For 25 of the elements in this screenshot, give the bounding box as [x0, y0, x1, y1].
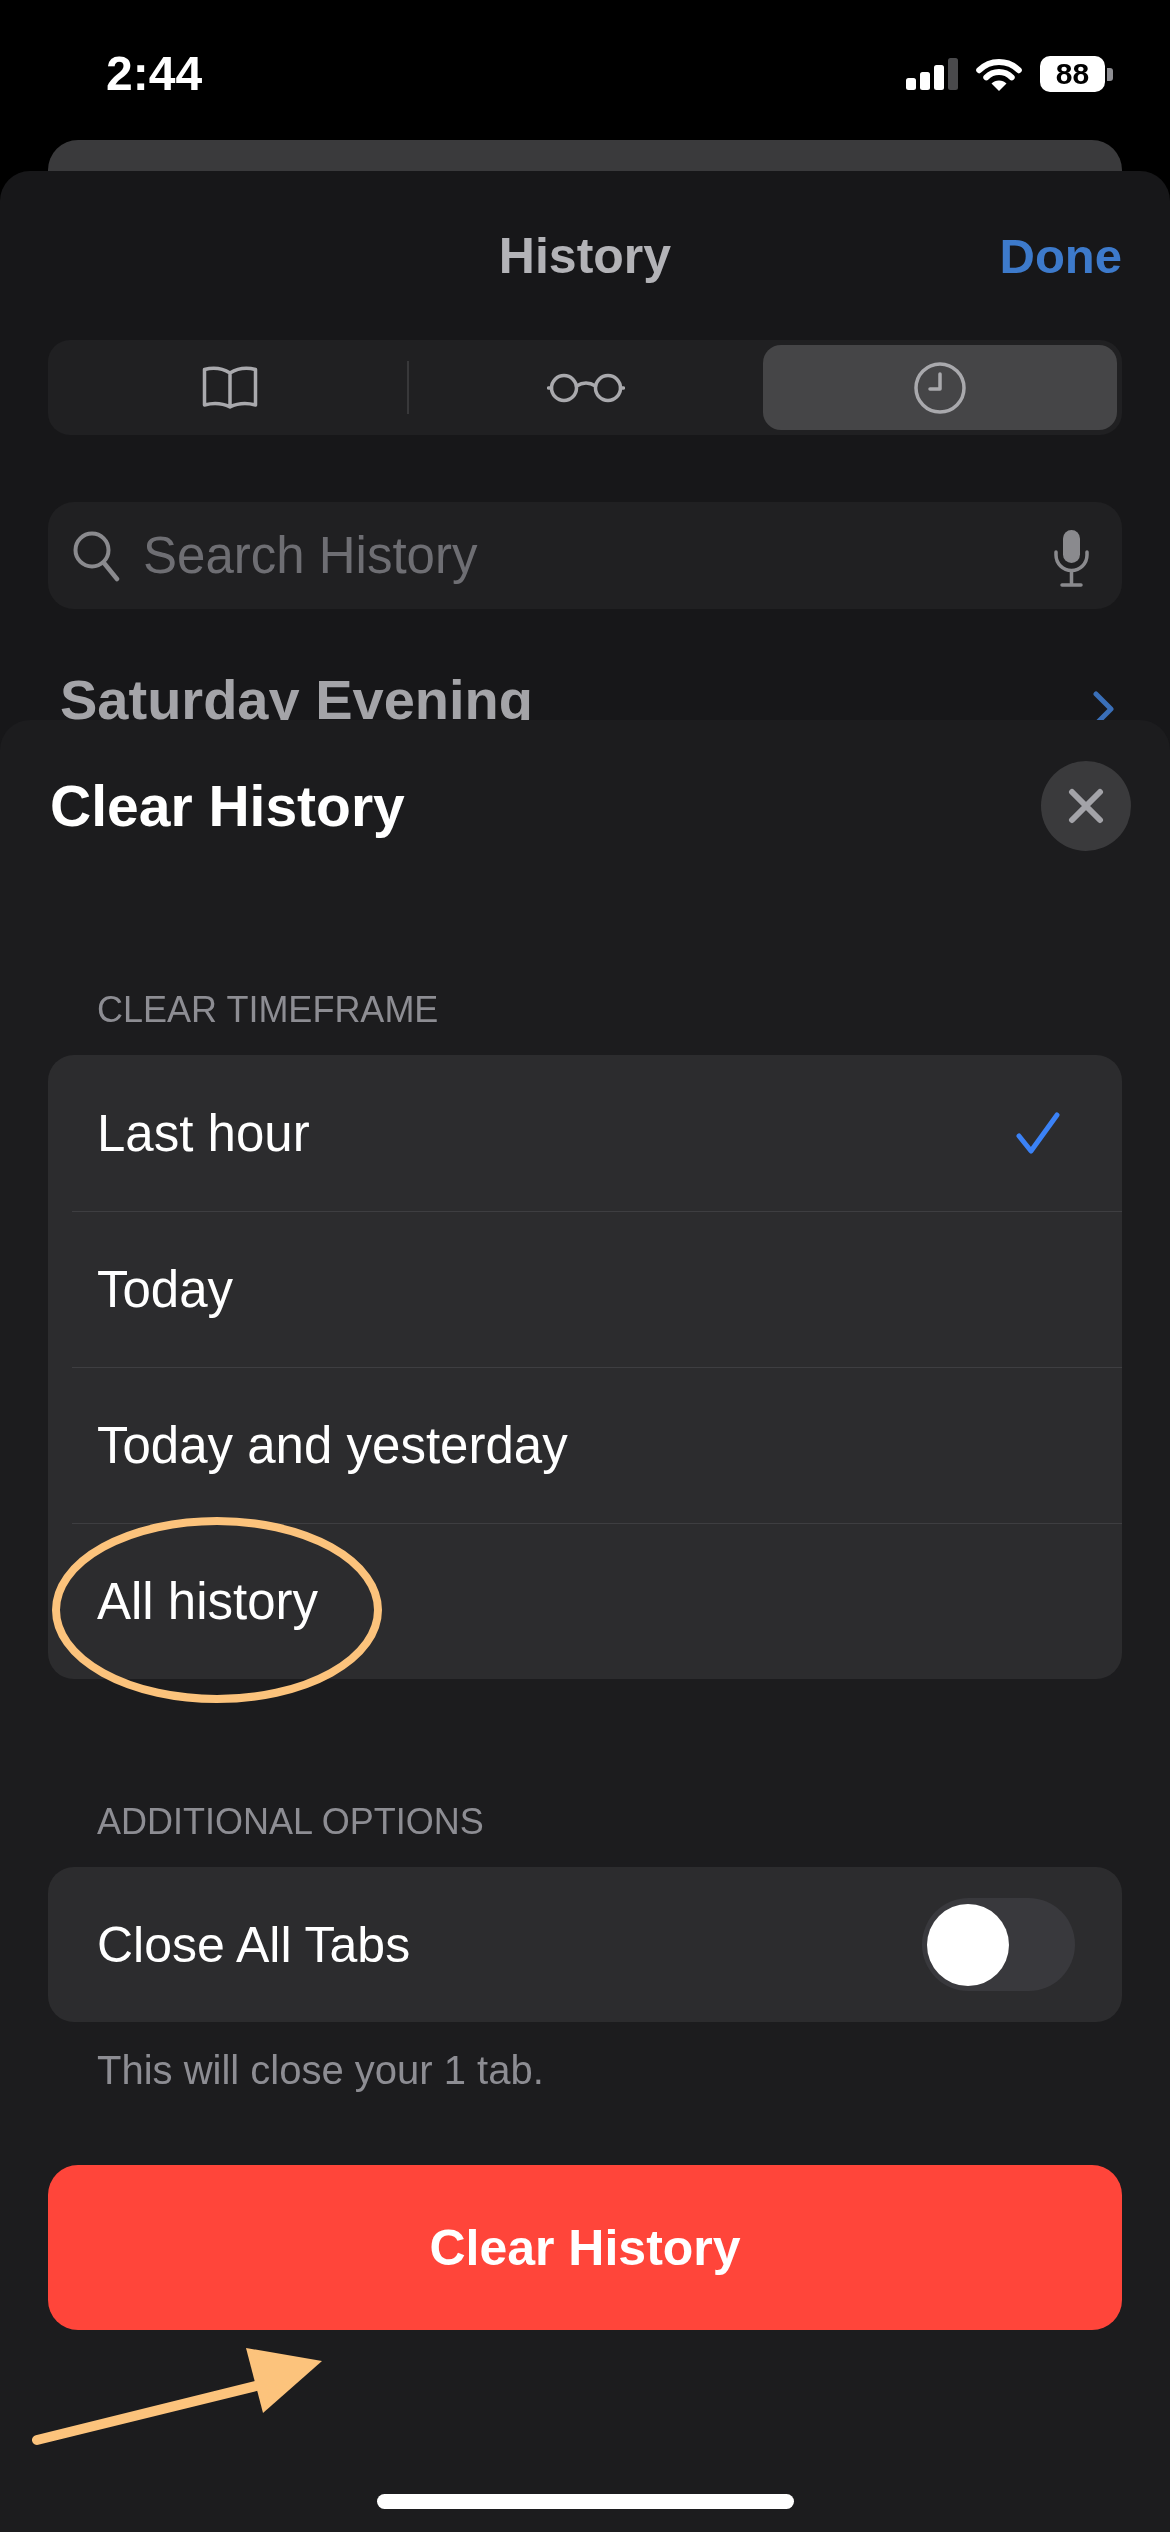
option-row[interactable]: All history — [72, 1523, 1122, 1679]
sheet-title: History — [498, 226, 672, 285]
status-time: 2:44 — [106, 50, 203, 98]
section-label: CLEAR TIMEFRAME — [97, 988, 439, 1032]
section-label: ADDITIONAL OPTIONS — [97, 1800, 484, 1844]
footnote-text: This will close your 1 tab. — [97, 2047, 544, 2094]
signal-icon — [906, 58, 958, 90]
clock-icon — [914, 361, 966, 414]
microphone-icon[interactable] — [1053, 529, 1090, 587]
option-row[interactable]: Today — [72, 1211, 1122, 1367]
done-button[interactable]: Done — [999, 227, 1122, 284]
search-icon — [72, 530, 120, 582]
option-row[interactable]: Last hour — [72, 1055, 1122, 1211]
checkmark-icon — [1016, 1111, 1060, 1155]
glasses-icon — [547, 372, 625, 403]
search-field[interactable]: Search History — [48, 502, 1122, 609]
wifi-icon — [975, 56, 1023, 92]
close-icon — [1068, 788, 1104, 824]
open-book-icon — [202, 365, 258, 410]
sheet-title: Clear History — [50, 773, 405, 839]
battery-indicator: 88 — [1040, 56, 1113, 92]
option-row[interactable]: Today and yesterday — [72, 1367, 1122, 1523]
chevron-icon — [1092, 691, 1116, 720]
section-title: Saturday Evening — [60, 680, 534, 720]
option-label: Close All Tabs — [97, 1915, 411, 1974]
